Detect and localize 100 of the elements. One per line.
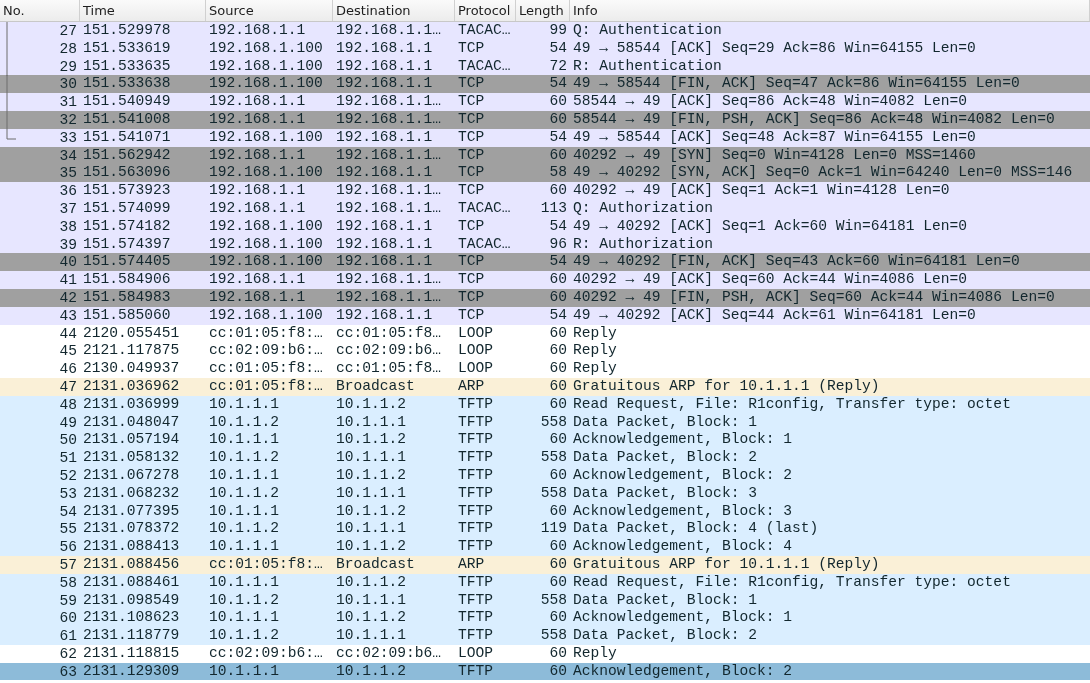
packet-row[interactable]: 40 151.574405 192.168.1.100 192.168.1.1 TCP 54 49 → 40292 [FIN, ACK] Seq=43 Ack=60 Win=64181 Len=0 <box>0 253 1090 272</box>
time-cell-text: 151.574397 <box>82 235 172 254</box>
source-cell-text: 10.1.1.1 <box>208 573 281 592</box>
packet-row[interactable]: 36 151.573923 192.168.1.1 192.168.1.1… TCP 60 40292 → 49 [ACK] Seq=1 Ack=1 Win=4128 Len=0 <box>0 182 1090 200</box>
column-header[interactable]: Destination <box>333 0 455 21</box>
protocol-cell-text: TCP <box>457 253 486 272</box>
protocol-cell-text: LOOP <box>457 360 495 379</box>
protocol-cell-text: TCP <box>457 306 486 325</box>
length-cell-text: 558 <box>539 484 568 503</box>
info-cell-text: 40292 → 49 [ACK] Seq=1 Ack=1 Win=4128 Len=0 <box>572 182 951 201</box>
length-cell-text: 60 <box>548 93 568 112</box>
packet-row[interactable]: 35 151.563096 192.168.1.100 192.168.1.1 TCP 58 49 → 40292 [SYN, ACK] Seq=0 Ack=1 Win=64240 Len=0 MSS=146 <box>0 164 1090 183</box>
destination-cell-text: cc:01:05:f8… <box>335 324 443 343</box>
destination-cell-text: cc:02:09:b6… <box>335 644 443 663</box>
destination-cell-text: 10.1.1.1 <box>335 449 408 468</box>
packet-row[interactable]: 50 2131.057194 10.1.1.1 10.1.1.2 TFTP 60 Acknowledgement, Block: 1 <box>0 431 1090 450</box>
packet-number: 50 <box>58 431 78 450</box>
length-cell-text: 60 <box>548 555 568 574</box>
packet-row[interactable]: 30 151.533638 192.168.1.100 192.168.1.1 TCP 54 49 → 58544 [FIN, ACK] Seq=47 Ack=86 Win=64155 Len=0 <box>0 75 1090 94</box>
info-cell-text: Gratuitous ARP for 10.1.1.1 (Reply) <box>572 555 881 574</box>
packet-row[interactable]: 51 2131.058132 10.1.1.2 10.1.1.1 TFTP 558 Data Packet, Block: 2 <box>0 449 1090 467</box>
length-cell-text: 60 <box>548 609 568 628</box>
destination-cell-text: 10.1.1.2 <box>335 431 408 450</box>
column-header[interactable]: Time <box>80 0 206 21</box>
packet-row[interactable]: 55 2131.078372 10.1.1.2 10.1.1.1 TFTP 119 Data Packet, Block: 4 (last) <box>0 520 1090 539</box>
info-cell-text: 49 → 40292 [SYN, ACK] Seq=0 Ack=1 Win=64240 Len=0 MSS=146 <box>572 164 1074 183</box>
source-cell-text: cc:02:09:b6:… <box>208 644 324 663</box>
time-cell-text: 2131.078372 <box>82 520 181 539</box>
length-cell-text: 558 <box>539 413 568 432</box>
destination-cell-text: 192.168.1.1… <box>335 271 443 290</box>
packet-row[interactable]: 61 2131.118779 10.1.1.2 10.1.1.1 TFTP 558 Data Packet, Block: 2 <box>0 627 1090 645</box>
destination-cell-text: 192.168.1.1 <box>335 75 434 94</box>
protocol-cell-text: TFTP <box>457 466 495 485</box>
destination-cell-text: 192.168.1.1… <box>335 93 443 112</box>
protocol-cell-text: TCP <box>457 164 486 183</box>
packet-number: 49 <box>58 413 78 432</box>
length-cell-text: 60 <box>548 395 568 414</box>
info-cell-text: Q: Authorization <box>572 199 715 218</box>
column-header[interactable]: Length <box>516 0 570 21</box>
info-cell-text: Reply <box>572 360 618 379</box>
destination-cell-text: Broadcast <box>335 377 416 396</box>
source-cell-text: 192.168.1.100 <box>208 253 324 272</box>
time-cell-text: 2131.118815 <box>82 644 181 663</box>
column-header[interactable]: Source <box>206 0 333 21</box>
time-cell-text: 2131.057194 <box>82 431 181 450</box>
length-cell-text: 60 <box>548 431 568 450</box>
packet-number: 56 <box>58 538 78 557</box>
length-cell-text: 60 <box>548 644 568 663</box>
destination-cell-text: 192.168.1.1 <box>335 306 434 325</box>
column-header[interactable]: Info <box>570 0 1090 21</box>
length-cell-text: 60 <box>548 377 568 396</box>
column-header[interactable]: Protocol <box>455 0 516 21</box>
packet-row[interactable]: 41 151.584906 192.168.1.1 192.168.1.1… TCP 60 40292 → 49 [ACK] Seq=60 Ack=44 Win=4086 Len=0 <box>0 271 1090 289</box>
packet-row[interactable]: 60 2131.108623 10.1.1.1 10.1.1.2 TFTP 60 Acknowledgement, Block: 1 <box>0 609 1090 628</box>
destination-cell-text: 192.168.1.1 <box>335 39 434 58</box>
packet-number: 46 <box>58 360 78 379</box>
packet-number: 62 <box>58 644 78 663</box>
info-cell-text: Acknowledgement, Block: 1 <box>572 431 793 450</box>
packet-row[interactable]: 31 151.540949 192.168.1.1 192.168.1.1… TCP 60 58544 → 49 [ACK] Seq=86 Ack=48 Win=4082 Len=0 <box>0 93 1090 111</box>
time-cell-text: 2131.036999 <box>82 395 181 414</box>
time-cell-text: 2131.118779 <box>82 627 181 646</box>
info-cell-text: R: Authorization <box>572 235 715 254</box>
length-cell-text: 54 <box>548 75 568 94</box>
packet-row[interactable]: 56 2131.088413 10.1.1.1 10.1.1.2 TFTP 60 Acknowledgement, Block: 4 <box>0 538 1090 556</box>
destination-cell-text: Broadcast <box>335 555 416 574</box>
packet-number: 45 <box>58 342 78 361</box>
protocol-cell-text: TFTP <box>457 395 495 414</box>
source-cell-text: cc:01:05:f8:… <box>208 360 324 379</box>
info-cell-text: 49 → 58544 [ACK] Seq=48 Ack=87 Win=64155 Len=0 <box>572 128 977 147</box>
packet-number: 34 <box>58 146 78 165</box>
info-cell-text: 58544 → 49 [ACK] Seq=86 Ack=48 Win=4082 Len=0 <box>572 93 969 112</box>
destination-cell-text: 10.1.1.1 <box>335 520 408 539</box>
time-cell-text: 151.540949 <box>82 93 172 112</box>
length-cell-text: 72 <box>548 57 568 76</box>
time-cell-text: 151.584906 <box>82 271 172 290</box>
info-cell-text: 40292 → 49 [FIN, PSH, ACK] Seq=60 Ack=44 Win=4086 Len=0 <box>572 288 1056 307</box>
length-cell-text: 96 <box>548 235 568 254</box>
time-cell-text: 151.533635 <box>82 57 172 76</box>
length-cell-text: 60 <box>548 466 568 485</box>
packet-number: 63 <box>58 662 78 681</box>
info-cell-text: Gratuitous ARP for 10.1.1.1 (Reply) <box>572 377 881 396</box>
protocol-cell-text: TCP <box>457 271 486 290</box>
packet-number: 27 <box>58 22 78 40</box>
column-header[interactable]: No. <box>0 0 80 21</box>
info-cell-text: Acknowledgement, Block: 3 <box>572 502 793 521</box>
source-cell-text: 192.168.1.100 <box>208 128 324 147</box>
protocol-cell-text: TACAC… <box>457 235 512 254</box>
length-cell-text: 54 <box>548 253 568 272</box>
time-cell-text: 2131.088461 <box>82 573 181 592</box>
source-cell-text: 192.168.1.100 <box>208 235 324 254</box>
destination-cell-text: 192.168.1.1… <box>335 182 443 201</box>
destination-cell-text: 192.168.1.1… <box>335 288 443 307</box>
time-cell-text: 151.584983 <box>82 288 172 307</box>
info-cell-text: Read Request, File: R1config, Transfer type: octet <box>572 573 1012 592</box>
protocol-cell-text: TFTP <box>457 573 495 592</box>
info-cell-text: Data Packet, Block: 4 (last) <box>572 520 820 539</box>
info-cell-text: 58544 → 49 [FIN, PSH, ACK] Seq=86 Ack=48 Win=4082 Len=0 <box>572 111 1056 129</box>
packet-row[interactable]: 27 151.529978 192.168.1.1 192.168.1.1… TACAC… 99 Q: Authentication <box>0 22 1090 40</box>
time-cell-text: 2121.117875 <box>82 342 181 361</box>
length-cell-text: 60 <box>548 271 568 290</box>
